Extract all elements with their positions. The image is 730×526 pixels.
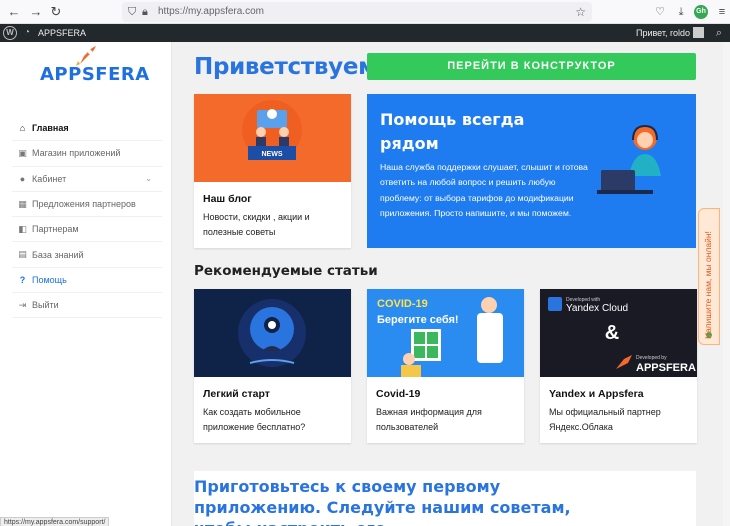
sidebar-item-label: Магазин приложений — [32, 148, 121, 159]
sidebar-item-label: Кабинет — [32, 173, 67, 184]
sidebar-item-label: Партнерам — [32, 224, 79, 235]
article-title[interactable]: Yandex и Appsfera — [549, 388, 644, 400]
logout-icon: ⇥ — [18, 299, 27, 310]
blog-news-illustration: NEWS — [194, 94, 351, 182]
main-content: Приветствуем! ПЕРЕЙТИ В КОНСТРУКТОР NEWS… — [173, 42, 730, 526]
help-card[interactable]: Помощь всегда рядом Наша служба поддержк… — [367, 94, 696, 248]
home-icon: ⌂ — [19, 123, 26, 134]
sidebar-menu: ⌂ Главная ▣ Магазин приложений ● Кабинет… — [12, 116, 162, 319]
url-text[interactable]: https://my.appsfera.com — [158, 5, 264, 19]
sidebar-item-store[interactable]: ▣ Магазин приложений — [12, 141, 162, 167]
gift-icon: ▦ — [18, 198, 27, 209]
lock-icon[interactable]: 🔒︎ — [142, 4, 148, 20]
browser-toolbar: ← → ↻ ⛉ 🔒︎ https://my.appsfera.com ☆ ♡ ⤓… — [0, 0, 730, 24]
scrollbar[interactable] — [723, 42, 730, 526]
chevron-down-icon: ⌄ — [145, 174, 152, 184]
sidebar-item-logout[interactable]: ⇥ Выйти — [12, 293, 162, 319]
news-badge-text: NEWS — [262, 151, 283, 158]
article-title[interactable]: Covid-19 — [376, 388, 420, 400]
go-to-builder-button[interactable]: ПЕРЕЙТИ В КОНСТРУКТОР — [367, 53, 696, 80]
chat-online-tab[interactable]: Напишите нам, мы онлайн! — [698, 208, 720, 345]
sidebar-item-home[interactable]: ⌂ Главная — [12, 116, 162, 142]
sidebar-item-partner-offers[interactable]: ▦ Предложения партнеров — [12, 192, 162, 218]
status-bar-url: https://my.appsfera.com/support/ — [0, 517, 110, 526]
help-desc: Наша служба поддержки слушает, слышит и … — [380, 162, 588, 218]
menu-icon[interactable]: ≡ — [714, 4, 730, 20]
download-icon[interactable]: ⤓ — [673, 4, 689, 20]
blog-desc: Новости, скидки , акции и полезные совет… — [203, 212, 310, 237]
first-app-heading: Приготовьтесь к своему первому приложени… — [194, 477, 571, 526]
sidebar-item-label: База знаний — [32, 249, 84, 260]
article-card-easy-start[interactable]: Легкий старт Как создать мобильное прило… — [194, 289, 351, 443]
back-icon[interactable]: ← — [6, 4, 22, 20]
sidebar-item-label: Выйти — [32, 300, 59, 311]
appsfera-img-text: APPSFERA — [636, 362, 696, 374]
chat-online-label: Напишите нам, мы онлайн! — [703, 231, 713, 339]
dashboard-icon[interactable]: ◔ — [24, 27, 30, 39]
yandex-appsfera-illustration: Developed with Yandex Cloud & Developed … — [540, 289, 697, 377]
sidebar-item-label: Главная — [32, 123, 69, 134]
page-title: Приветствуем! — [194, 54, 387, 80]
article-desc: Важная информация для пользователей — [376, 407, 482, 432]
article-title[interactable]: Легкий старт — [203, 388, 270, 400]
sidebar-item-label: Помощь — [32, 274, 67, 285]
easy-start-illustration — [194, 289, 351, 377]
bookmark-star-icon[interactable]: ☆ — [575, 4, 586, 20]
sidebar-item-cabinet[interactable]: ● Кабинет ⌄ — [12, 167, 162, 192]
user-icon: ● — [19, 173, 26, 184]
pocket-icon[interactable]: ♡ — [652, 4, 668, 20]
admin-bar: W ◔ APPSFERA Привет, roldo ⌕ — [0, 24, 730, 42]
blog-title[interactable]: Наш блог — [203, 193, 252, 205]
recommended-articles-title: Рекомендуемые статьи — [194, 263, 378, 279]
blog-card[interactable]: NEWS Наш блог Новости, скидки , акции и … — [194, 94, 351, 248]
forward-icon[interactable]: → — [28, 4, 44, 20]
appsfera-dev-by: Developed by — [636, 355, 667, 361]
reload-icon[interactable]: ↻ — [48, 4, 64, 20]
sidebar: APPSFERA ⌂ Главная ▣ Магазин приложений … — [0, 42, 172, 526]
covid-img-line2: Берегите себя! — [377, 314, 459, 326]
search-icon[interactable]: ⌕ — [716, 26, 722, 40]
help-title: Помощь всегда рядом — [380, 110, 525, 153]
sidebar-item-partners[interactable]: ◧ Партнерам — [12, 217, 162, 243]
extension-badge[interactable]: Gh — [694, 5, 708, 19]
sidebar-item-help[interactable]: ? Помощь — [12, 268, 162, 294]
address-bar[interactable]: ⛉ 🔒︎ https://my.appsfera.com ☆ — [122, 2, 592, 22]
admin-site-name[interactable]: APPSFERA — [38, 28, 86, 39]
shield-icon[interactable]: ⛉ — [128, 4, 136, 20]
store-icon: ▣ — [18, 147, 27, 158]
ampersand-text: & — [605, 322, 619, 344]
article-card-yandex[interactable]: Developed with Yandex Cloud & Developed … — [540, 289, 697, 443]
logo-text[interactable]: APPSFERA — [40, 64, 150, 85]
handshake-icon: ◧ — [18, 223, 27, 234]
support-operator-illustration — [597, 124, 661, 194]
sidebar-item-knowledge[interactable]: ▤ База знаний — [12, 242, 162, 268]
admin-greeting[interactable]: Привет, roldo — [636, 28, 690, 39]
book-icon: ▤ — [18, 249, 27, 260]
admin-avatar[interactable] — [693, 27, 704, 38]
article-card-covid[interactable]: COVID-19 Берегите себя! Covid-19 Важная … — [367, 289, 524, 443]
covid-img-line1: COVID-19 — [377, 298, 428, 310]
yandex-cloud-text: Yandex Cloud — [566, 303, 628, 314]
article-desc: Мы официальный партнер Яндекс.Облака — [549, 407, 661, 432]
question-icon: ? — [19, 274, 26, 285]
sidebar-item-label: Предложения партнеров — [32, 199, 136, 210]
first-app-section: Приготовьтесь к своему первому приложени… — [194, 471, 696, 526]
covid-illustration: COVID-19 Берегите себя! — [367, 289, 524, 377]
article-desc: Как создать мобильное приложение бесплат… — [203, 407, 306, 432]
wordpress-icon[interactable]: W — [3, 26, 17, 40]
